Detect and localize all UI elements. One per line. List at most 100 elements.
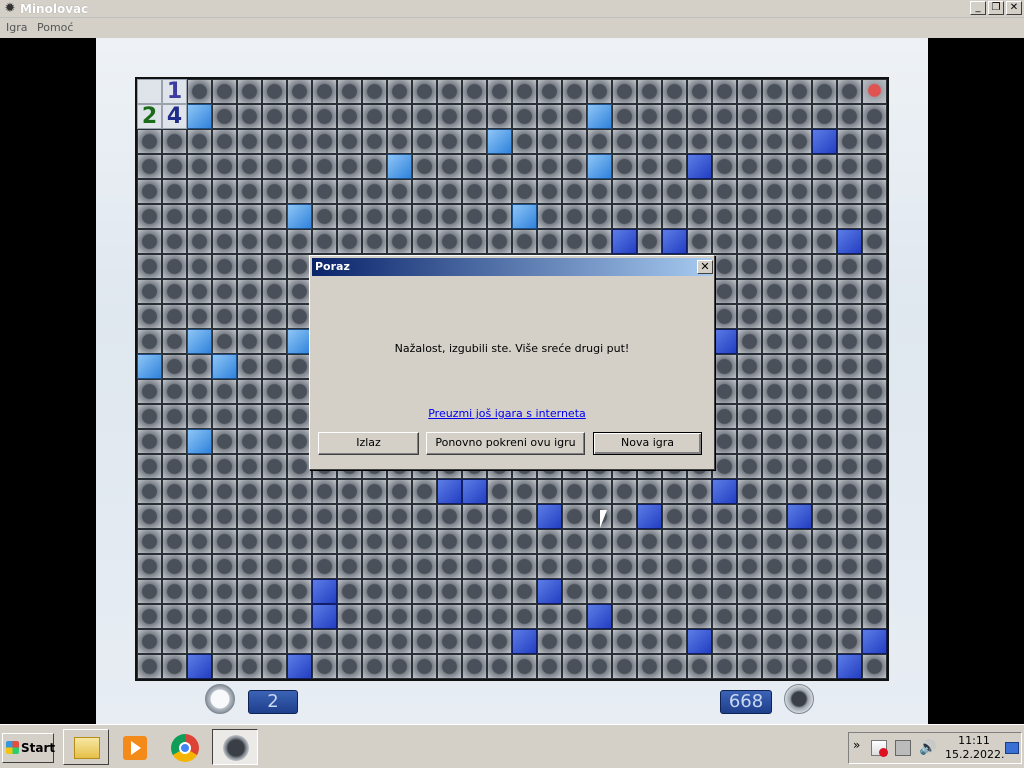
marked-cell[interactable] bbox=[587, 104, 612, 129]
mine-cell[interactable] bbox=[162, 379, 187, 404]
mine-cell[interactable] bbox=[462, 529, 487, 554]
mine-cell[interactable] bbox=[487, 654, 512, 679]
mine-cell[interactable] bbox=[337, 654, 362, 679]
mine-cell[interactable] bbox=[237, 329, 262, 354]
mine-cell[interactable] bbox=[812, 354, 837, 379]
mine-cell[interactable] bbox=[562, 554, 587, 579]
mine-cell[interactable] bbox=[337, 104, 362, 129]
mine-cell[interactable] bbox=[487, 229, 512, 254]
mine-cell[interactable] bbox=[787, 229, 812, 254]
mine-cell[interactable] bbox=[312, 79, 337, 104]
mine-cell[interactable] bbox=[812, 404, 837, 429]
mine-cell[interactable] bbox=[387, 629, 412, 654]
taskbar-chrome-button[interactable] bbox=[162, 729, 208, 765]
flag-cell[interactable] bbox=[837, 654, 862, 679]
mine-cell[interactable] bbox=[712, 279, 737, 304]
flag-cell[interactable] bbox=[512, 629, 537, 654]
mine-cell[interactable] bbox=[837, 254, 862, 279]
mine-cell[interactable] bbox=[787, 629, 812, 654]
mine-cell[interactable] bbox=[212, 79, 237, 104]
mine-cell[interactable] bbox=[437, 129, 462, 154]
mine-cell[interactable] bbox=[662, 604, 687, 629]
mine-cell[interactable] bbox=[487, 504, 512, 529]
flag-cell[interactable] bbox=[462, 479, 487, 504]
mine-cell[interactable] bbox=[487, 554, 512, 579]
mine-cell[interactable] bbox=[212, 604, 237, 629]
mine-cell[interactable] bbox=[237, 279, 262, 304]
mine-cell[interactable] bbox=[812, 279, 837, 304]
mine-cell[interactable] bbox=[837, 154, 862, 179]
mine-cell[interactable] bbox=[787, 254, 812, 279]
mine-cell[interactable] bbox=[487, 529, 512, 554]
mine-cell[interactable] bbox=[862, 379, 887, 404]
mine-cell[interactable] bbox=[437, 604, 462, 629]
mine-cell[interactable] bbox=[462, 654, 487, 679]
mine-cell[interactable] bbox=[737, 429, 762, 454]
mine-cell[interactable] bbox=[512, 579, 537, 604]
mine-cell[interactable] bbox=[762, 229, 787, 254]
mine-cell[interactable] bbox=[687, 129, 712, 154]
mine-cell[interactable] bbox=[737, 204, 762, 229]
mine-cell[interactable] bbox=[812, 629, 837, 654]
mine-cell[interactable] bbox=[162, 404, 187, 429]
mine-cell[interactable] bbox=[662, 79, 687, 104]
mine-cell[interactable] bbox=[762, 179, 787, 204]
mine-cell[interactable] bbox=[387, 79, 412, 104]
network-icon[interactable] bbox=[895, 740, 911, 756]
marked-cell[interactable] bbox=[587, 154, 612, 179]
mine-cell[interactable] bbox=[437, 229, 462, 254]
mine-cell[interactable] bbox=[212, 454, 237, 479]
mine-cell[interactable] bbox=[862, 429, 887, 454]
exit-button[interactable]: Izlaz bbox=[318, 432, 419, 455]
mine-cell[interactable] bbox=[612, 479, 637, 504]
mine-cell[interactable] bbox=[237, 404, 262, 429]
mine-cell[interactable] bbox=[737, 479, 762, 504]
mine-cell[interactable] bbox=[537, 129, 562, 154]
mine-cell[interactable] bbox=[187, 204, 212, 229]
mine-cell[interactable] bbox=[337, 579, 362, 604]
mine-cell[interactable] bbox=[587, 129, 612, 154]
mine-cell[interactable] bbox=[237, 204, 262, 229]
mine-cell[interactable] bbox=[287, 179, 312, 204]
mine-cell[interactable] bbox=[262, 529, 287, 554]
mine-cell[interactable] bbox=[837, 504, 862, 529]
mine-cell[interactable] bbox=[762, 254, 787, 279]
clock-time[interactable]: 11:11 bbox=[949, 734, 999, 747]
flag-cell[interactable] bbox=[712, 479, 737, 504]
mine-cell[interactable] bbox=[587, 229, 612, 254]
mine-cell[interactable] bbox=[487, 204, 512, 229]
mine-cell[interactable] bbox=[687, 479, 712, 504]
mine-cell[interactable] bbox=[787, 429, 812, 454]
mine-cell[interactable] bbox=[237, 254, 262, 279]
mine-cell[interactable] bbox=[387, 604, 412, 629]
mine-cell[interactable] bbox=[362, 179, 387, 204]
mine-cell[interactable] bbox=[462, 154, 487, 179]
mine-cell[interactable] bbox=[612, 629, 637, 654]
mine-cell[interactable] bbox=[562, 629, 587, 654]
mine-cell[interactable] bbox=[337, 179, 362, 204]
mine-cell[interactable] bbox=[762, 79, 787, 104]
mine-cell[interactable] bbox=[687, 554, 712, 579]
mine-cell[interactable] bbox=[337, 504, 362, 529]
marked-cell[interactable] bbox=[512, 204, 537, 229]
mine-cell[interactable] bbox=[237, 79, 262, 104]
mine-cell[interactable] bbox=[187, 529, 212, 554]
mine-cell[interactable] bbox=[587, 79, 612, 104]
mine-cell[interactable] bbox=[262, 429, 287, 454]
mine-cell[interactable] bbox=[512, 554, 537, 579]
mine-cell[interactable] bbox=[262, 629, 287, 654]
mine-cell[interactable] bbox=[787, 379, 812, 404]
flag-cell[interactable] bbox=[537, 579, 562, 604]
mine-cell[interactable] bbox=[212, 329, 237, 354]
mine-cell[interactable] bbox=[462, 229, 487, 254]
mine-cell[interactable] bbox=[637, 604, 662, 629]
mine-cell[interactable] bbox=[512, 529, 537, 554]
mine-cell[interactable] bbox=[487, 104, 512, 129]
mine-cell[interactable] bbox=[262, 404, 287, 429]
mine-cell[interactable] bbox=[812, 329, 837, 354]
mine-cell[interactable] bbox=[862, 279, 887, 304]
mine-cell[interactable] bbox=[462, 579, 487, 604]
mine-cell[interactable] bbox=[612, 529, 637, 554]
flag-cell[interactable] bbox=[612, 229, 637, 254]
restore-button[interactable]: ❐ bbox=[988, 1, 1004, 15]
